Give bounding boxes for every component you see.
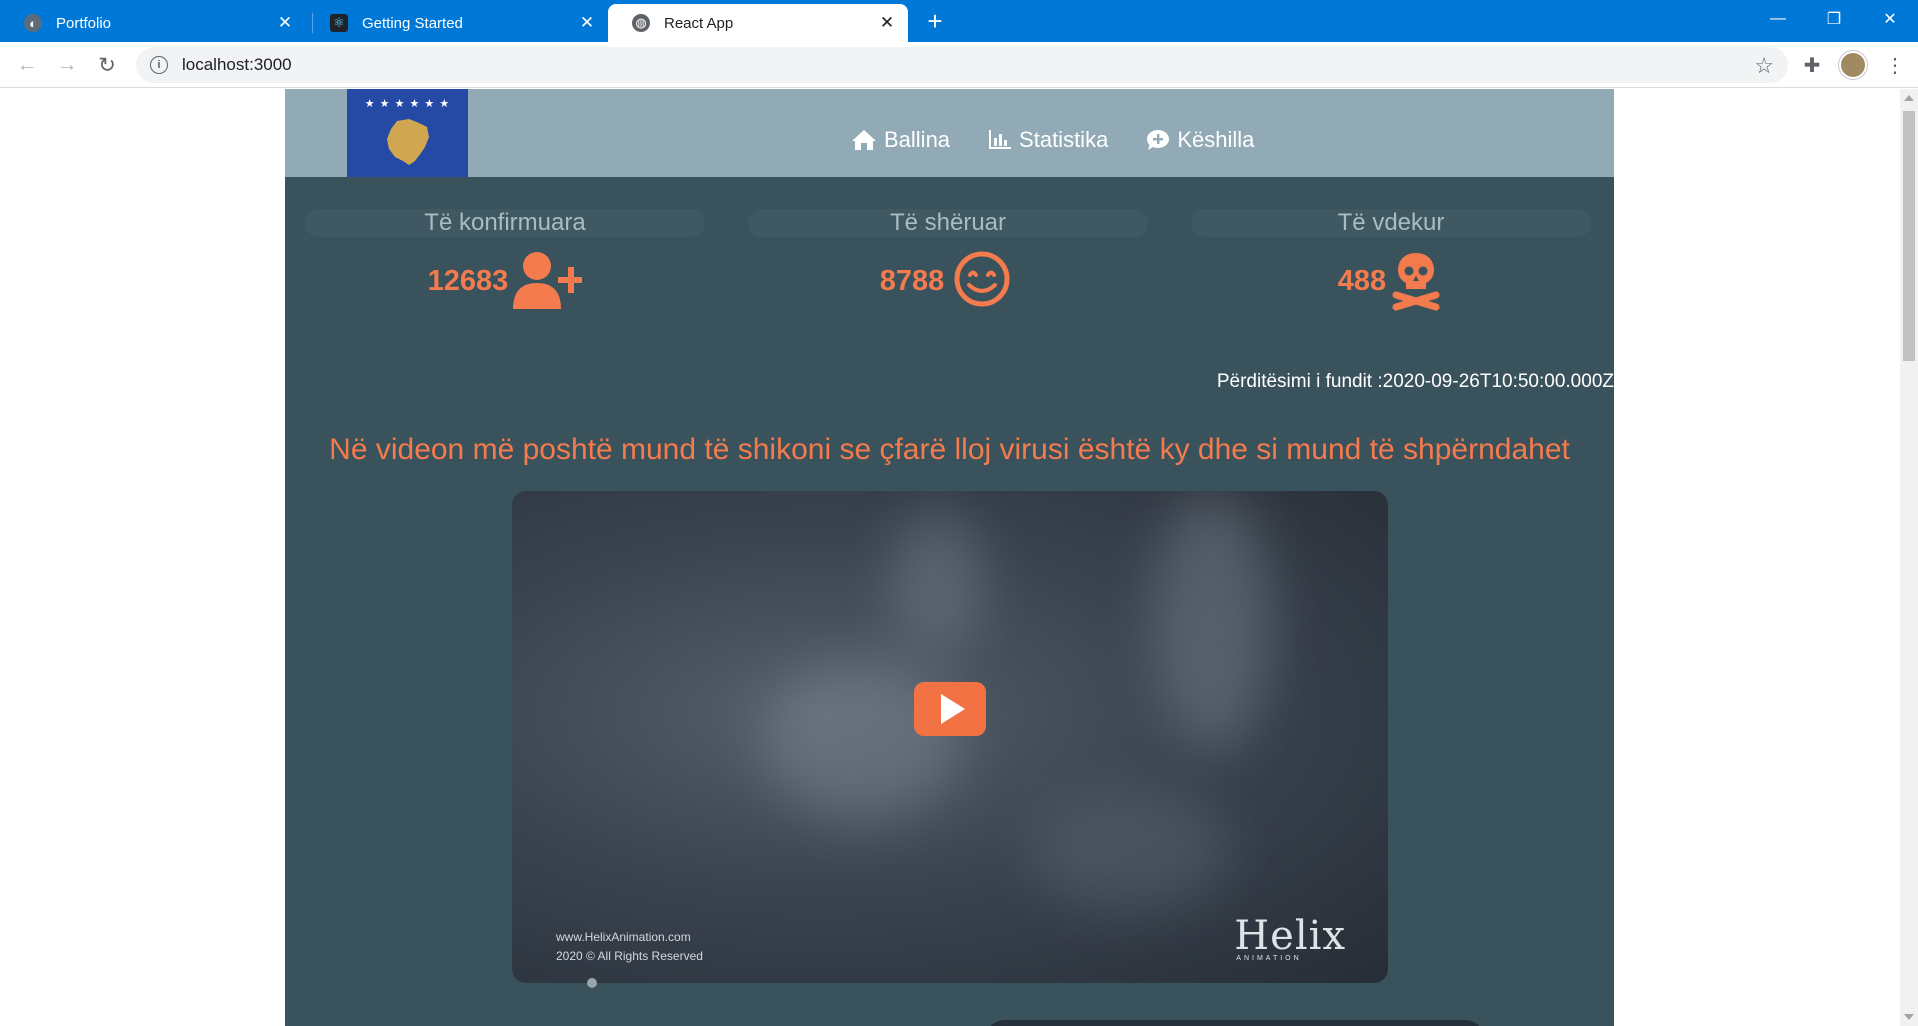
portfolio-favicon: ◐: [24, 14, 42, 32]
video-headline: Në videon më poshtë mund të shikoni se ç…: [329, 433, 1570, 466]
new-tab-button[interactable]: +: [920, 6, 950, 36]
stat-recovered: Të shëruar 8788: [748, 209, 1148, 311]
bookmark-star-icon[interactable]: ☆: [1754, 53, 1774, 79]
stat-value-deaths: 488: [1337, 264, 1387, 297]
kosovo-map-icon: [387, 119, 429, 165]
scroll-down-icon[interactable]: [1904, 1014, 1914, 1020]
comment-plus-icon: [1147, 130, 1170, 150]
nav-item-statistika[interactable]: Statistika: [988, 127, 1108, 153]
tab-label: React App: [664, 14, 734, 32]
page-scrollbar[interactable]: [1900, 89, 1918, 1026]
page-viewport: ★ ★ ★ ★ ★ ★ Ballina Statistika Këshilla …: [0, 89, 1900, 1026]
nav-label-keshilla: Këshilla: [1177, 127, 1255, 152]
helix-animation-logo: Helix ANIMATION: [1234, 913, 1346, 962]
stat-value-recovered: 8788: [879, 264, 945, 297]
scroll-up-icon[interactable]: [1904, 95, 1914, 101]
scrollbar-thumb[interactable]: [1903, 111, 1915, 361]
stat-deaths: Të vdekur 488: [1191, 209, 1591, 311]
stat-value-confirmed: 12683: [427, 264, 509, 297]
user-plus-icon: [513, 252, 583, 309]
smile-icon: [954, 251, 1010, 307]
react-favicon: ⚛: [330, 14, 348, 32]
address-bar[interactable]: i localhost:3000 ☆: [136, 47, 1788, 83]
close-icon[interactable]: ✕: [272, 10, 298, 36]
profile-avatar[interactable]: [1839, 51, 1867, 79]
play-icon: [940, 694, 965, 724]
close-window-icon[interactable]: ✕: [1862, 0, 1918, 38]
browser-toolbar: ← → ↻ i localhost:3000 ☆ ✚ ⋮: [0, 42, 1918, 88]
video-credit: www.HelixAnimation.com 2020 © All Rights…: [556, 928, 703, 966]
stat-label-deaths: Të vdekur: [1191, 209, 1591, 237]
tab-react-app[interactable]: ◍ React App ✕: [608, 4, 908, 42]
kosovo-flag-logo[interactable]: ★ ★ ★ ★ ★ ★: [347, 89, 468, 177]
back-icon[interactable]: ←: [12, 50, 42, 80]
video-credit-url: www.HelixAnimation.com: [556, 930, 691, 944]
tab-portfolio[interactable]: ◐ Portfolio ✕: [0, 4, 306, 42]
flag-stars: ★ ★ ★ ★ ★ ★: [364, 98, 451, 110]
browser-tab-strip: ◐ Portfolio ✕ ⚛ Getting Started ✕ ◍ Reac…: [0, 0, 1918, 42]
stat-label-confirmed: Të konfirmuara: [305, 209, 705, 237]
close-icon[interactable]: ✕: [574, 10, 600, 36]
nav-item-ballina[interactable]: Ballina: [851, 127, 950, 153]
extensions-icon[interactable]: ✚: [1797, 50, 1827, 80]
stat-label-recovered: Të shëruar: [748, 209, 1148, 237]
main-nav: Ballina Statistika Këshilla: [851, 127, 1254, 153]
video-blur-decoration: [1152, 491, 1272, 751]
tab-label: Portfolio: [56, 14, 112, 32]
home-icon: [852, 130, 876, 150]
nav-item-keshilla[interactable]: Këshilla: [1146, 127, 1254, 153]
helix-logo-name: Helix: [1234, 913, 1346, 959]
bar-chart-icon: [989, 130, 1012, 149]
forward-icon[interactable]: →: [52, 50, 82, 80]
minimize-icon[interactable]: —: [1750, 0, 1806, 38]
app-container: ★ ★ ★ ★ ★ ★ Ballina Statistika Këshilla …: [285, 89, 1614, 1026]
last-updated-text: Përditësimi i fundit :2020-09-26T10:50:0…: [1216, 371, 1614, 392]
video-progress-dot[interactable]: [587, 978, 597, 988]
site-info-icon[interactable]: i: [150, 56, 168, 74]
play-button[interactable]: [914, 682, 986, 736]
next-content-card: [985, 1020, 1485, 1026]
close-icon[interactable]: ✕: [874, 10, 900, 36]
tab-label: Getting Started: [362, 14, 463, 32]
video-player[interactable]: www.HelixAnimation.com 2020 © All Rights…: [512, 491, 1388, 983]
url-text[interactable]: localhost:3000: [182, 55, 292, 75]
restore-icon[interactable]: ❐: [1806, 0, 1862, 38]
menu-kebab-icon[interactable]: ⋮: [1880, 50, 1910, 80]
reload-icon[interactable]: ↻: [92, 50, 122, 80]
nav-label-ballina: Ballina: [884, 127, 951, 152]
tab-getting-started[interactable]: ⚛ Getting Started ✕: [306, 4, 608, 42]
nav-label-statistika: Statistika: [1019, 127, 1109, 152]
skull-crossbones-icon: [1392, 253, 1440, 311]
video-blur-decoration: [892, 511, 982, 651]
stat-confirmed: Të konfirmuara 12683: [305, 209, 705, 311]
globe-icon: ◍: [632, 14, 650, 32]
video-credit-copyright: 2020 © All Rights Reserved: [556, 949, 703, 963]
video-blur-decoration: [1032, 791, 1232, 911]
site-header: ★ ★ ★ ★ ★ ★ Ballina Statistika Këshilla: [285, 89, 1614, 177]
